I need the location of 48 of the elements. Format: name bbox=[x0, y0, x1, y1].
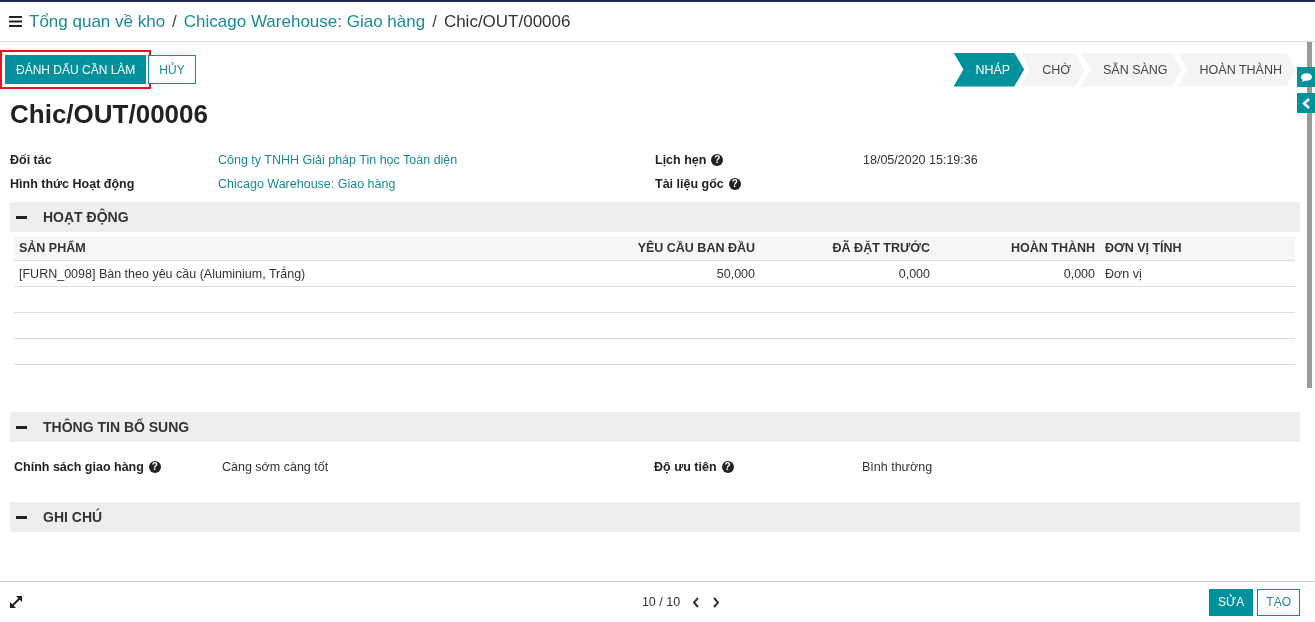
field-value[interactable]: Công ty TNHH Giải pháp Tin học Toàn diện bbox=[218, 153, 458, 167]
breadcrumb-item[interactable]: Chic/OUT/00006 bbox=[443, 11, 571, 32]
breadcrumb-separator: / bbox=[172, 11, 177, 32]
record-title: Chic/OUT/00006 bbox=[10, 99, 209, 130]
chevron-right-icon[interactable] bbox=[712, 596, 721, 608]
table-cell: [FURN_0098] Bàn theo yêu cầu (Aluminium, Trắng) bbox=[14, 260, 580, 287]
field-value: Bình thường bbox=[862, 460, 933, 474]
help-icon: ? bbox=[711, 154, 724, 166]
field-label: Hình thức Hoạt động bbox=[10, 177, 136, 191]
action-button[interactable]: HỦY bbox=[148, 55, 196, 84]
status-stage[interactable]: CHỜ bbox=[1020, 52, 1085, 87]
field-value: 18/05/2020 15:19:36 bbox=[863, 153, 978, 167]
status-stage[interactable]: SẴN SÀNG bbox=[1080, 52, 1182, 87]
column-header: ĐÃ ĐẶT TRƯỚC bbox=[760, 236, 935, 261]
column-header: HOÀN THÀNH bbox=[935, 236, 1100, 261]
column-header: YÊU CẦU BAN ĐẦU bbox=[580, 236, 760, 261]
status-stage[interactable]: NHÁP bbox=[953, 52, 1025, 87]
chevron-left-icon[interactable] bbox=[692, 596, 701, 608]
help-icon: ? bbox=[728, 178, 741, 190]
help-icon: ? bbox=[148, 461, 161, 473]
field-value: Càng sớm càng tốt bbox=[222, 460, 329, 474]
section-header[interactable]: GHI CHÚ bbox=[10, 502, 1300, 532]
pager-counter: 10 / 10 bbox=[641, 595, 681, 609]
footer-button[interactable]: TẠO bbox=[1257, 588, 1300, 616]
action-button[interactable]: ĐÁNH DẤU CẦN LÀM bbox=[5, 55, 147, 84]
menu-icon[interactable] bbox=[9, 16, 22, 27]
field-label: Lịch hẹn bbox=[655, 153, 707, 167]
table-cell: 50,000 bbox=[580, 260, 760, 287]
table-cell: 0,000 bbox=[935, 260, 1100, 287]
field-label: Tài liệu gốc bbox=[655, 177, 724, 191]
breadcrumb-separator: / bbox=[432, 11, 437, 32]
section-header[interactable]: THÔNG TIN BỔ SUNG bbox=[10, 412, 1300, 442]
breadcrumb-item[interactable]: Tổng quan về kho bbox=[29, 11, 166, 32]
help-icon: ? bbox=[721, 461, 734, 473]
field-label: Đối tác bbox=[10, 153, 53, 167]
table-cell: Đơn vị bbox=[1100, 260, 1295, 287]
footer-button[interactable]: SỬA bbox=[1209, 588, 1254, 616]
column-header: SẢN PHẨM bbox=[14, 236, 580, 261]
chat-icon[interactable] bbox=[1297, 67, 1315, 87]
section-header[interactable]: HOẠT ĐỘNG bbox=[10, 202, 1300, 232]
table-cell: 0,000 bbox=[760, 260, 935, 287]
field-value[interactable]: Chicago Warehouse: Giao hàng bbox=[218, 177, 396, 191]
field-label: Độ ưu tiên bbox=[654, 460, 717, 474]
expand-icon[interactable] bbox=[9, 595, 23, 609]
field-label: Chính sách giao hàng bbox=[14, 460, 144, 474]
breadcrumb-item[interactable]: Chicago Warehouse: Giao hàng bbox=[183, 11, 426, 32]
column-header: ĐƠN VỊ TÍNH bbox=[1100, 236, 1295, 261]
status-stage[interactable]: HOÀN THÀNH bbox=[1177, 52, 1296, 87]
